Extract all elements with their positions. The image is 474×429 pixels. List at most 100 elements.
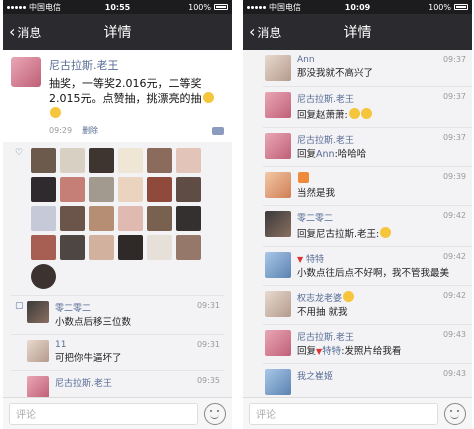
- liker-avatar[interactable]: [89, 148, 114, 173]
- commenter-name[interactable]: 零二零二: [55, 301, 220, 314]
- liker-avatar[interactable]: [60, 148, 85, 173]
- liker-avatar[interactable]: [60, 177, 85, 202]
- left-phone-screen: 中国电信 10:55 100% ‹ 消息 详情 尼古拉斯.老王 抽奖，一等奖2.…: [3, 0, 232, 429]
- commenter-name[interactable]: 尼古拉斯.老王: [297, 330, 466, 343]
- liker-avatar[interactable]: [60, 235, 85, 260]
- liker-avatar[interactable]: [147, 148, 172, 173]
- liker-avatar[interactable]: [147, 206, 172, 231]
- commenter-avatar[interactable]: [27, 340, 49, 362]
- commenter-name-text: 特特: [306, 255, 325, 265]
- liker-avatar[interactable]: [176, 206, 201, 231]
- comment-item[interactable]: 零二零二 回复尼古拉斯.老王: 09:42: [263, 206, 472, 247]
- comment-action-icon[interactable]: [212, 126, 224, 135]
- emoji-icon[interactable]: [444, 402, 466, 425]
- comment-text-content: :哈哈哈: [334, 149, 367, 160]
- comment-item[interactable]: 11 可把你牛逼坏了 09:31: [11, 335, 224, 371]
- comment-item[interactable]: 当然是我 09:39: [263, 167, 472, 206]
- emoji-icon: [202, 92, 214, 103]
- commenter-avatar[interactable]: [265, 211, 291, 237]
- commenter-name[interactable]: 11: [55, 340, 220, 350]
- back-button[interactable]: ‹ 消息: [3, 24, 41, 41]
- liker-avatar[interactable]: [31, 148, 56, 173]
- commenter-avatar[interactable]: [265, 291, 291, 317]
- commenter-avatar[interactable]: [265, 55, 291, 81]
- liker-avatar[interactable]: [176, 235, 201, 260]
- comment-item[interactable]: Ann 那没我就不高兴了 09:37: [263, 50, 472, 87]
- commenter-avatar[interactable]: [265, 172, 291, 198]
- reply-prefix: 回复: [297, 149, 317, 160]
- comment-text-content: :发照片给我看: [341, 346, 402, 357]
- commenter-name[interactable]: 尼古拉斯.老王: [297, 133, 466, 146]
- liker-avatar[interactable]: [31, 235, 56, 260]
- comments-section: ▢ 零二零二 小数点后移三位数 09:31 11 可把你牛逼坏了 09:31 尼…: [11, 296, 224, 404]
- liker-avatar[interactable]: [89, 206, 114, 231]
- comment-item[interactable]: ▢ 零二零二 小数点后移三位数 09:31: [11, 296, 224, 335]
- author-name[interactable]: 尼古拉斯.老王: [49, 57, 224, 73]
- commenter-avatar[interactable]: [265, 92, 291, 118]
- comment-item[interactable]: 尼古拉斯.老王 回复▼特特:发照片给我看 09:43: [263, 325, 472, 364]
- commenter-name[interactable]: 尼古拉斯.老王: [297, 92, 466, 105]
- comment-input[interactable]: 评论: [249, 402, 438, 425]
- comment-item[interactable]: 尼古拉斯.老王 回复Ann:哈哈哈 09:37: [263, 128, 472, 167]
- comment-time: 09:37: [442, 55, 466, 64]
- liker-avatar[interactable]: [31, 177, 56, 202]
- commenter-avatar[interactable]: [27, 376, 49, 398]
- comment-time: 09:35: [196, 376, 220, 385]
- commenter-name[interactable]: 权志龙老婆: [297, 291, 466, 304]
- chevron-left-icon: ‹: [249, 22, 256, 41]
- comment-text: 小数点往后点不好啊，我不管我最美: [297, 268, 450, 279]
- liker-avatar[interactable]: [147, 235, 172, 260]
- comment-input[interactable]: 评论: [9, 402, 198, 425]
- comment-item[interactable]: 权志龙老婆 不用抽 就我 09:42: [263, 286, 472, 325]
- commenter-name[interactable]: 零二零二: [297, 211, 466, 224]
- liker-avatar[interactable]: [118, 148, 143, 173]
- comment-text: 可把你牛逼坏了: [55, 353, 122, 364]
- comment-text: 回复▼特特:发照片给我看: [297, 346, 466, 358]
- comment-time: 09:37: [442, 133, 466, 142]
- commenter-avatar[interactable]: [265, 369, 291, 395]
- liker-avatar[interactable]: [147, 177, 172, 202]
- commenter-name[interactable]: ▼ 特特: [297, 252, 466, 265]
- comment-item[interactable]: 我之崔姬 09:43: [263, 364, 472, 401]
- comment-text: 回复Ann:哈哈哈: [297, 149, 466, 161]
- right-phone-screen: 中国电信 10:09 100% ‹ 消息 详情 Ann 那没我就不高兴了 09:…: [243, 0, 472, 429]
- liker-avatar[interactable]: [118, 177, 143, 202]
- liker-avatar[interactable]: [176, 177, 201, 202]
- back-button[interactable]: ‹ 消息: [243, 24, 281, 41]
- liker-avatar[interactable]: [176, 148, 201, 173]
- commenter-name[interactable]: Ann: [297, 55, 466, 65]
- emoji-icon: [343, 291, 355, 302]
- commenter-name[interactable]: 我之崔姬: [297, 369, 466, 382]
- comment-time: 09:43: [442, 330, 466, 339]
- commenter-name[interactable]: [297, 172, 466, 185]
- emoji-icon[interactable]: [204, 402, 226, 425]
- commenter-avatar[interactable]: [265, 252, 291, 278]
- liker-avatar[interactable]: [89, 235, 114, 260]
- emoji-icon: [380, 227, 392, 238]
- liker-avatar[interactable]: [31, 206, 56, 231]
- liker-avatar[interactable]: [31, 264, 56, 289]
- comment-input-bar: 评论: [3, 397, 232, 429]
- reply-target[interactable]: Ann: [316, 149, 335, 160]
- nav-bar: ‹ 消息 详情: [243, 14, 472, 50]
- commenter-avatar[interactable]: [265, 133, 291, 159]
- liker-avatar[interactable]: [118, 206, 143, 231]
- clock: 10:55: [104, 2, 131, 12]
- screenshot-composite: 中国电信 10:55 100% ‹ 消息 详情 尼古拉斯.老王 抽奖，一等奖2.…: [0, 0, 474, 429]
- liker-avatar[interactable]: [89, 177, 114, 202]
- liker-avatar[interactable]: [60, 206, 85, 231]
- back-label: 消息: [17, 25, 42, 40]
- commenter-avatar[interactable]: [265, 330, 291, 356]
- commenter-name[interactable]: 尼古拉斯.老王: [55, 376, 220, 389]
- emoji-icon: [360, 108, 372, 119]
- comment-item[interactable]: ▼ 特特 小数点往后点不好啊，我不管我最美 09:42: [263, 247, 472, 286]
- author-avatar[interactable]: [11, 57, 41, 87]
- delete-link[interactable]: 删除: [82, 125, 98, 136]
- reply-target[interactable]: 特特: [322, 346, 341, 357]
- nav-bar: ‹ 消息 详情: [3, 14, 232, 50]
- chevron-left-icon: ‹: [9, 22, 16, 41]
- liker-avatar[interactable]: [118, 235, 143, 260]
- comment-item[interactable]: 尼古拉斯.老王 回复赵萧萧: 09:37: [263, 87, 472, 128]
- emoji-icon: [348, 108, 360, 119]
- commenter-avatar[interactable]: [27, 301, 49, 323]
